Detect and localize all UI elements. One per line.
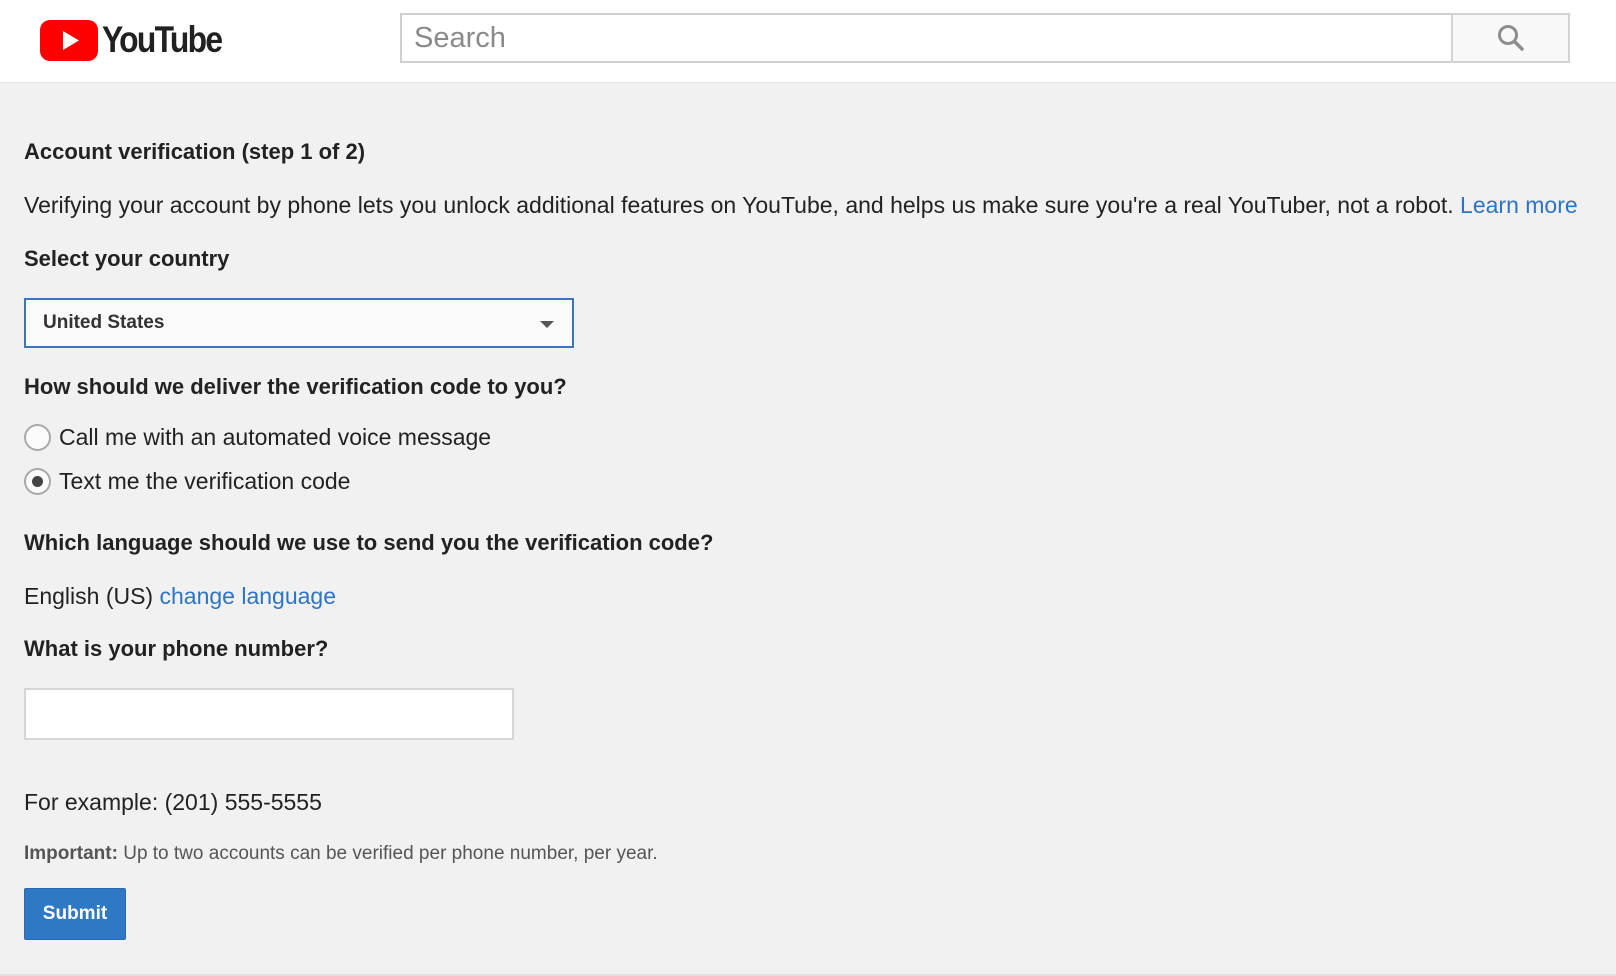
language-label: Which language should we use to send you… xyxy=(24,530,714,555)
delivery-option-call[interactable]: Call me with an automated voice message xyxy=(24,424,491,451)
language-row: English (US) change language xyxy=(24,583,336,610)
change-language-link[interactable]: change language xyxy=(160,583,337,609)
language-value: English (US) xyxy=(24,583,154,609)
option-label-call: Call me with an automated voice message xyxy=(59,424,492,450)
youtube-play-icon xyxy=(40,19,98,61)
logo-text: YouTube xyxy=(102,19,223,60)
phone-label: What is your phone number? xyxy=(24,636,329,661)
chevron-down-icon xyxy=(540,321,554,328)
phone-number-input[interactable] xyxy=(24,688,514,740)
submit-button[interactable]: Submit xyxy=(24,888,126,940)
delivery-option-text[interactable]: Text me the verification code xyxy=(24,468,350,495)
search-button[interactable] xyxy=(1451,13,1570,63)
radio-text[interactable] xyxy=(24,468,51,495)
country-label: Select your country xyxy=(24,246,230,271)
description-text: Verifying your account by phone lets you… xyxy=(24,192,1454,218)
important-text: Up to two accounts can be verified per p… xyxy=(117,843,658,864)
phone-example: For example: (201) 555-5555 xyxy=(24,789,322,815)
radio-call[interactable] xyxy=(24,424,51,451)
country-select[interactable]: United States xyxy=(24,298,574,348)
learn-more-link[interactable]: Learn more xyxy=(1460,192,1578,218)
radio-selected-dot xyxy=(32,476,43,487)
option-label-text: Text me the verification code xyxy=(59,468,351,494)
delivery-label: How should we deliver the verification c… xyxy=(24,374,567,399)
country-value: United States xyxy=(43,312,165,333)
search-input[interactable] xyxy=(400,13,1452,63)
youtube-logo[interactable]: YouTube xyxy=(40,19,241,61)
important-label: Important: xyxy=(24,843,118,864)
search-icon xyxy=(1497,25,1524,51)
important-note: Important: Up to two accounts can be ver… xyxy=(24,843,658,865)
description: Verifying your account by phone lets you… xyxy=(24,192,1578,219)
page-title: Account verification (step 1 of 2) xyxy=(24,139,366,164)
top-bar: YouTube xyxy=(0,0,1616,83)
